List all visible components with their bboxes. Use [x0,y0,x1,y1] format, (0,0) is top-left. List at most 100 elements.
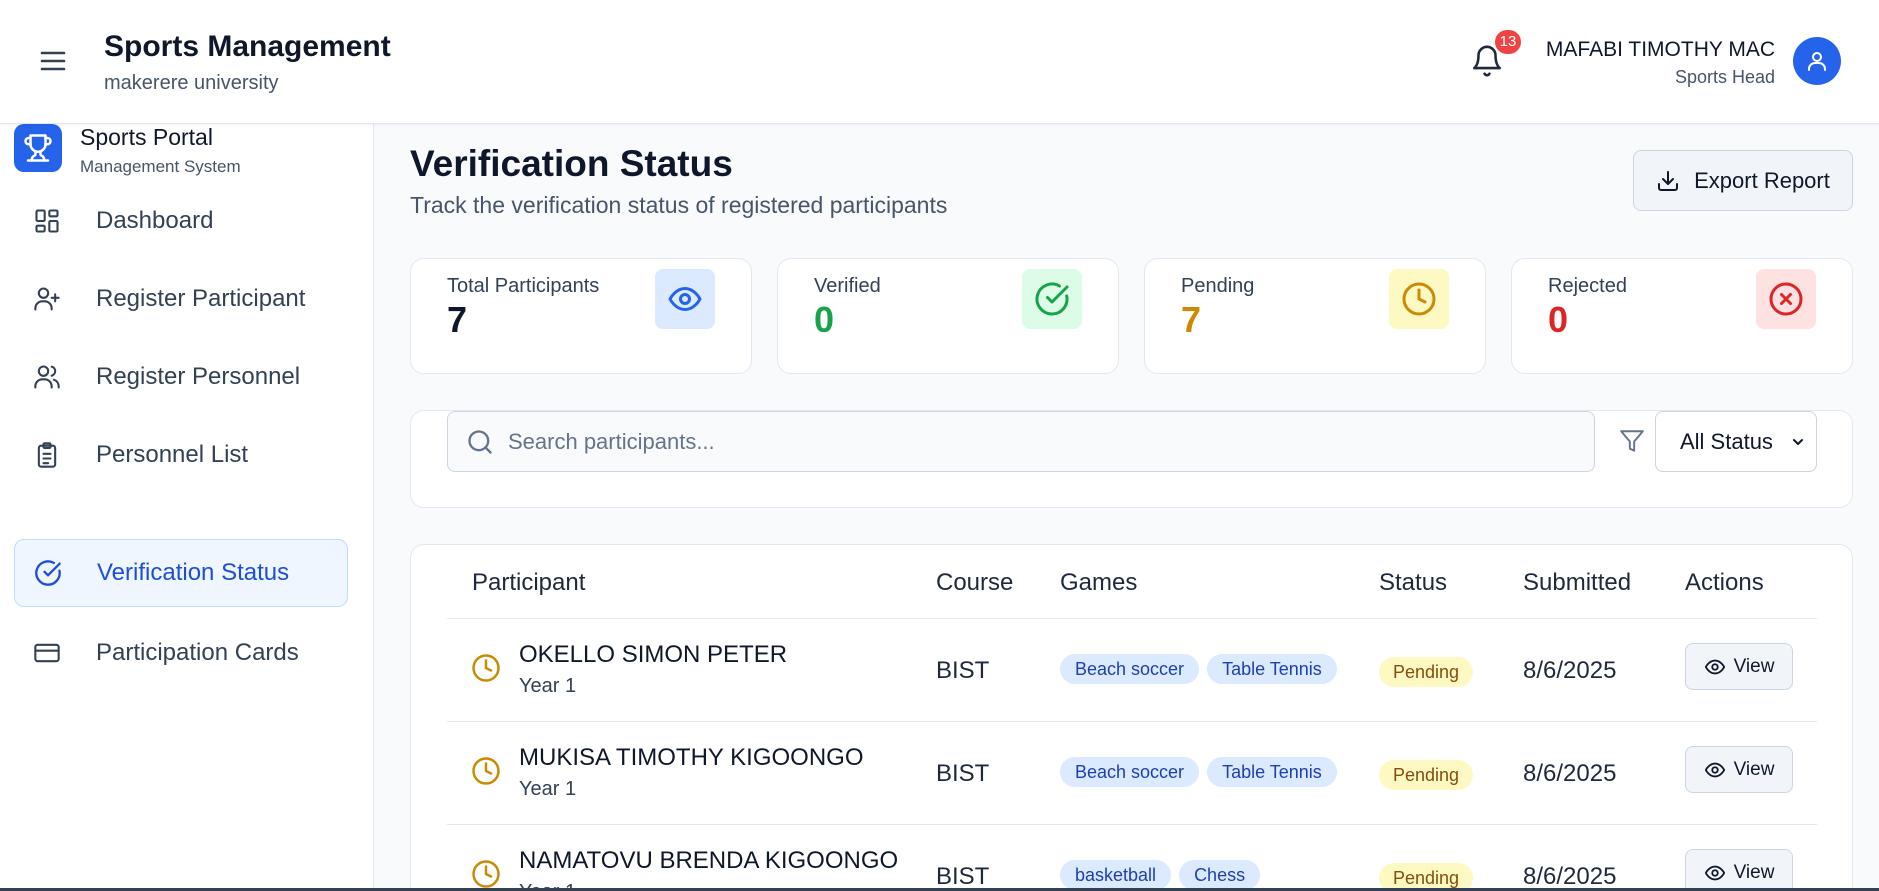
app-subtitle: makerere university [104,72,279,94]
column-header-games: Games [1060,569,1138,596]
user-avatar[interactable] [1793,37,1841,85]
x-circle-icon [1756,269,1816,329]
participant-course: BIST [936,863,990,890]
participant-games: basketball Chess [1060,860,1261,890]
view-button[interactable]: View [1685,849,1793,891]
participant-name: MUKISA TIMOTHY KIGOONGO [519,744,864,771]
sidebar: Sports Portal Management System Dashboar… [0,124,374,891]
eye-icon [655,269,715,329]
participant-name: OKELLO SIMON PETER [519,641,788,668]
stat-value: 7 [1181,299,1202,340]
table-row: OKELLO SIMON PETER Year 1 BIST Beach soc… [447,619,1817,722]
status-filter-value: All Status [1680,428,1773,454]
eye-icon [1704,656,1726,678]
sidebar-item-register-personnel[interactable]: Register Personnel [14,343,348,411]
notification-badge: 13 [1495,30,1521,54]
stat-value: 0 [1548,299,1569,340]
sidebar-item-dashboard[interactable]: Dashboard [14,187,348,255]
participant-year: Year 1 [519,675,577,697]
check-circle-icon [1022,269,1082,329]
view-button[interactable]: View [1685,643,1793,690]
column-header-submitted: Submitted [1523,569,1632,596]
filter-icon [1619,428,1645,454]
search-input[interactable] [508,428,1558,455]
user-name: MAFABI TIMOTHY MAC [1545,38,1775,61]
brand-subtitle: Management System [80,157,241,176]
status-filter-select[interactable]: All Status [1655,411,1817,472]
clock-icon [471,859,501,889]
participants-table: Participant Course Games Status Submitte… [410,544,1853,891]
view-label: View [1733,861,1775,883]
page-title: Verification Status [410,143,733,184]
status-badge: Pending [1379,863,1474,891]
app-title: Sports Management [104,30,391,63]
export-report-label: Export Report [1694,167,1830,193]
sidebar-item-label: Verification Status [97,559,290,586]
stat-card-total: Total Participants 7 [410,258,752,374]
participant-course: BIST [936,657,990,684]
stat-label: Rejected [1548,275,1627,297]
clock-icon [471,756,501,786]
sidebar-item-label: Dashboard [96,207,214,234]
trophy-icon [14,124,62,172]
participant-games: Beach soccer Table Tennis [1060,654,1337,684]
game-tag: Table Tennis [1207,654,1337,684]
stat-label: Verified [814,275,881,297]
view-button[interactable]: View [1685,746,1793,793]
submitted-date: 8/6/2025 [1523,657,1617,684]
user-plus-icon [32,284,62,314]
game-tag: Beach soccer [1060,757,1200,787]
search-box[interactable] [447,411,1595,472]
export-report-button[interactable]: Export Report [1633,150,1853,211]
download-icon [1656,169,1680,193]
status-badge: Pending [1379,657,1474,687]
stat-label: Total Participants [447,275,600,297]
stat-card-pending: Pending 7 [1144,258,1486,374]
sidebar-item-label: Register Participant [96,285,306,312]
filter-panel: All Status [410,410,1853,508]
participant-course: BIST [936,760,990,787]
game-tag: Beach soccer [1060,654,1200,684]
sidebar-item-register-participant[interactable]: Register Participant [14,265,348,333]
stat-card-rejected: Rejected 0 [1511,258,1853,374]
stat-card-verified: Verified 0 [777,258,1119,374]
participant-name: NAMATOVU BRENDA KIGOONGO [519,847,899,874]
sidebar-item-verification-status[interactable]: Verification Status [14,539,348,607]
clipboard-icon [32,440,62,470]
top-header: Sports Management makerere university 13… [0,0,1879,124]
column-header-participant: Participant [472,569,586,596]
users-icon [32,362,62,392]
card-icon [32,638,62,668]
participant-year: Year 1 [519,778,577,800]
stat-label: Pending [1181,275,1255,297]
user-role: Sports Head [1674,67,1775,87]
sidebar-item-label: Participation Cards [96,639,299,666]
table-row: NAMATOVU BRENDA KIGOONGO Year 1 BIST bas… [447,825,1817,891]
clock-icon [471,653,501,683]
clock-icon [1389,269,1449,329]
sidebar-item-personnel-list[interactable]: Personnel List [14,421,348,489]
sidebar-item-label: Personnel List [96,441,249,468]
stat-value: 0 [814,299,835,340]
sidebar-item-participation-cards[interactable]: Participation Cards [14,619,348,687]
table-row: MUKISA TIMOTHY KIGOONGO Year 1 BIST Beac… [447,722,1817,825]
game-tag: Chess [1179,860,1261,890]
status-badge: Pending [1379,760,1474,790]
submitted-date: 8/6/2025 [1523,863,1617,890]
submitted-date: 8/6/2025 [1523,760,1617,787]
page-subtitle: Track the verification status of registe… [410,192,948,218]
eye-icon [1704,862,1726,884]
check-circle-icon [33,558,63,588]
chevron-down-icon [1790,434,1806,450]
view-label: View [1733,758,1775,780]
sidebar-item-label: Register Personnel [96,363,301,390]
grid-icon [32,206,62,236]
menu-icon[interactable] [38,46,68,76]
brand-title: Sports Portal [80,124,213,150]
column-header-status: Status [1379,569,1448,596]
eye-icon [1704,759,1726,781]
game-tag: basketball [1060,860,1172,890]
participant-games: Beach soccer Table Tennis [1060,757,1337,787]
user-icon [1805,49,1829,73]
column-header-course: Course [936,569,1014,596]
